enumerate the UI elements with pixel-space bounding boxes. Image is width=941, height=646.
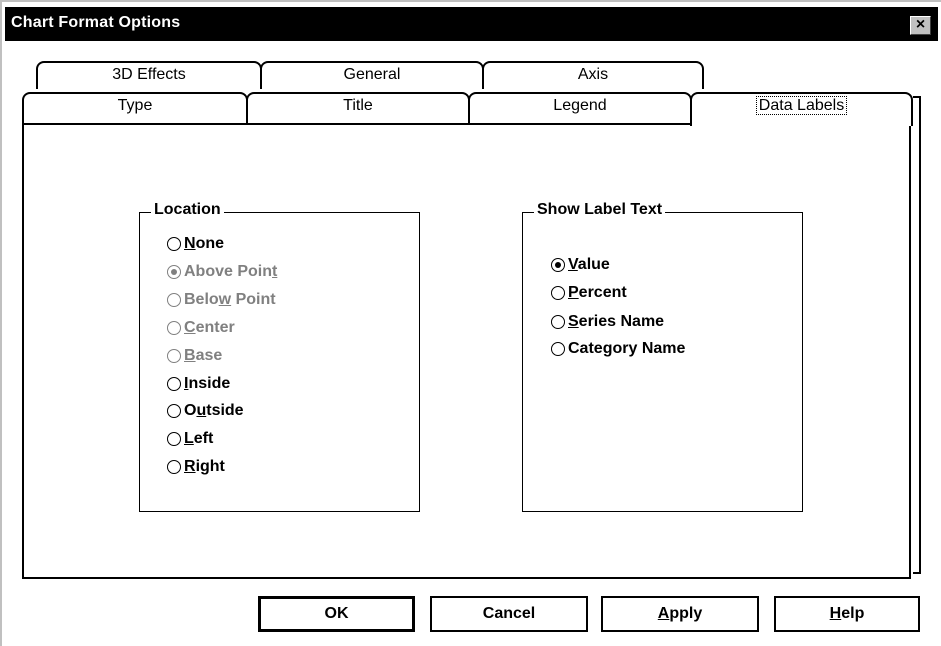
radio-label: Series Name xyxy=(568,313,665,330)
ok-button-label: OK xyxy=(324,605,349,622)
tab-3d-effects[interactable]: 3D Effects xyxy=(36,61,262,89)
label-text-radio-2[interactable]: Series Name xyxy=(551,313,664,331)
title-bar[interactable]: Chart Format Options × xyxy=(5,7,938,41)
panel-divider xyxy=(22,123,712,125)
location-radio-6[interactable]: Outside xyxy=(167,402,244,420)
radio-circle-icon xyxy=(551,342,565,356)
radio-circle-icon xyxy=(167,265,181,279)
radio-circle-icon xyxy=(551,315,565,329)
label-text-radio-3[interactable]: Category Name xyxy=(551,340,685,358)
radio-circle-icon xyxy=(551,286,565,300)
radio-circle-icon xyxy=(167,237,181,251)
radio-label: Above Point xyxy=(184,263,278,280)
tab-label: Data Labels xyxy=(755,96,848,115)
tab-legend[interactable]: Legend xyxy=(468,92,692,124)
radio-label: Outside xyxy=(184,402,244,419)
label-text-group-label: Show Label Text xyxy=(534,201,666,219)
tab-label: 3D Effects xyxy=(112,66,186,83)
tab-label: Axis xyxy=(577,66,609,83)
radio-circle-icon xyxy=(167,293,181,307)
radio-circle-icon xyxy=(551,258,565,272)
cancel-button-label: Cancel xyxy=(482,605,536,622)
tab-label: Title xyxy=(343,97,373,114)
radio-label: Below Point xyxy=(184,291,276,308)
location-group-label: Location xyxy=(151,201,224,219)
tab-label: Type xyxy=(117,97,153,114)
help-button-label: Help xyxy=(829,605,865,622)
dialog-title: Chart Format Options xyxy=(11,14,181,31)
apply-button-label: Apply xyxy=(657,605,703,622)
label-text-radio-1[interactable]: Percent xyxy=(551,284,627,302)
radio-circle-icon xyxy=(167,349,181,363)
radio-label: Center xyxy=(184,319,235,336)
tab-general[interactable]: General xyxy=(260,61,484,89)
location-radio-7[interactable]: Left xyxy=(167,430,213,448)
radio-label: Right xyxy=(184,458,225,475)
radio-circle-icon xyxy=(167,460,181,474)
radio-label: Category Name xyxy=(568,340,686,357)
ok-button[interactable]: OK xyxy=(258,596,415,632)
help-button[interactable]: Help xyxy=(774,596,920,632)
radio-label: None xyxy=(184,235,225,252)
tab-title[interactable]: Title xyxy=(246,92,470,124)
radio-circle-icon xyxy=(167,377,181,391)
tab-label: Legend xyxy=(553,97,607,114)
dialog-window: Chart Format Options × 3D Effects Genera… xyxy=(0,0,941,646)
location-radio-1: Above Point xyxy=(167,263,277,281)
cancel-button[interactable]: Cancel xyxy=(430,596,588,632)
close-button[interactable]: × xyxy=(910,16,931,35)
tab-axis[interactable]: Axis xyxy=(482,61,704,89)
tab-stack-edge xyxy=(913,96,921,574)
location-radio-3: Center xyxy=(167,319,235,337)
tab-type[interactable]: Type xyxy=(22,92,248,124)
location-radio-4: Base xyxy=(167,347,222,365)
tab-data-labels[interactable]: Data Labels xyxy=(690,92,913,126)
close-icon: × xyxy=(915,16,926,33)
radio-circle-icon xyxy=(167,404,181,418)
location-radio-5[interactable]: Inside xyxy=(167,375,230,393)
location-radio-2: Below Point xyxy=(167,291,276,309)
location-radio-0[interactable]: None xyxy=(167,235,224,253)
apply-button[interactable]: Apply xyxy=(601,596,759,632)
radio-label: Base xyxy=(184,347,223,364)
location-radio-8[interactable]: Right xyxy=(167,458,225,476)
tab-label: General xyxy=(343,66,401,83)
radio-circle-icon xyxy=(167,432,181,446)
radio-label: Percent xyxy=(568,284,627,301)
label-text-radio-0[interactable]: Value xyxy=(551,256,610,274)
radio-label: Value xyxy=(568,256,610,273)
radio-label: Left xyxy=(184,430,214,447)
radio-circle-icon xyxy=(167,321,181,335)
radio-label: Inside xyxy=(184,375,231,392)
